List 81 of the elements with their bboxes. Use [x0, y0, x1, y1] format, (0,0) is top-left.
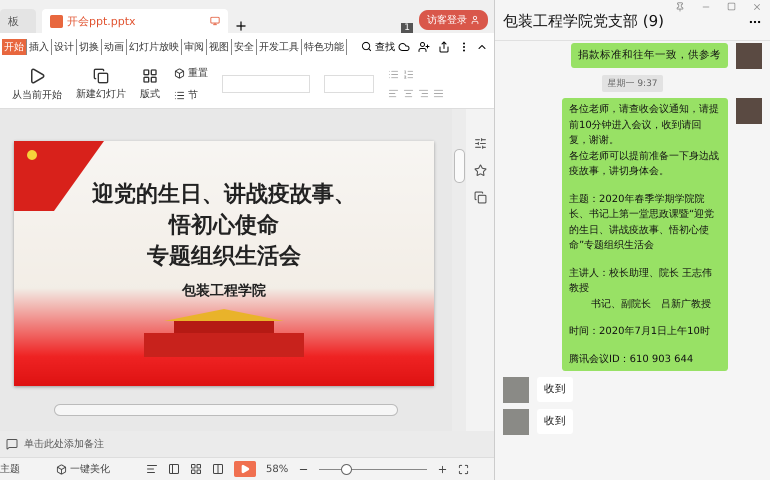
message-text: 主题：2020年春季学期学院院长、书记上第一堂思政课暨“迎党的生日、讲战疫故事、悟初心使命”专题组织生活会	[569, 192, 716, 253]
presentation-icon	[50, 14, 63, 28]
menu-tab[interactable]: 安全	[232, 38, 257, 54]
slide-subtitle: 包装工程学院	[182, 282, 266, 300]
zoom-level[interactable]: 58%	[266, 464, 288, 474]
message-bubble: 收到	[537, 377, 573, 402]
menu-tab[interactable]: 插入	[27, 38, 52, 54]
avatar-photo-placeholder	[503, 409, 529, 435]
layout-button[interactable]: 版式	[140, 68, 160, 100]
share-user-icon[interactable]	[418, 40, 430, 52]
message-bubble: 收到	[537, 409, 573, 434]
play-icon	[240, 464, 250, 474]
slide[interactable]: 迎党的生日、讲战疫故事、 悟初心使命 专题组织生活会 包装工程学院	[14, 141, 434, 386]
share-icon[interactable]	[438, 40, 450, 52]
horizontal-scrollbar[interactable]	[54, 404, 398, 416]
play-from-current-button[interactable]: 从当前开始	[12, 66, 62, 102]
menu-tab[interactable]: 幻灯片放映	[127, 38, 182, 54]
theme-label[interactable]: 主题	[0, 462, 20, 476]
tab-label: 板	[8, 14, 20, 28]
new-tab-icon[interactable]	[234, 19, 248, 33]
font-size-field[interactable]	[324, 75, 374, 93]
message-text: 各位老师，请查收会议通知，请提前10分钟进入会议，收到请回复，谢谢。	[569, 102, 720, 148]
play-icon	[28, 66, 46, 84]
cube-icon	[174, 68, 185, 78]
list-icon	[174, 90, 185, 100]
reading-view-icon[interactable]	[212, 463, 224, 475]
menu-tab[interactable]: 开发工具	[257, 38, 302, 54]
copy-icon[interactable]	[474, 191, 486, 204]
maximize-icon[interactable]	[727, 2, 736, 11]
slide-title: 迎党的生日、讲战疫故事、	[92, 180, 356, 209]
avatar-photo-placeholder	[736, 98, 762, 124]
message-text: 书记、副院长 吕新广教授	[590, 298, 712, 312]
zoom-in-icon[interactable]	[437, 464, 448, 474]
note-icon	[6, 438, 18, 450]
zoom-slider-thumb[interactable]	[341, 464, 352, 474]
menu-tab[interactable]: 设计	[52, 38, 77, 54]
reset-button[interactable]: 重置	[174, 66, 208, 80]
message-bubble: 捐款标准和往年一致，供参考	[571, 43, 728, 68]
window-count[interactable]: 1	[401, 23, 413, 33]
section-button[interactable]: 节	[174, 88, 208, 102]
message-text: 腾讯会议ID：610 903 644	[569, 352, 694, 366]
menu-tab[interactable]: 审阅	[182, 38, 207, 54]
notes-placeholder[interactable]: 单击此处添加备注	[24, 437, 104, 451]
user-icon	[470, 15, 480, 25]
pin-icon[interactable]	[675, 2, 685, 12]
grid-view-icon[interactable]	[190, 463, 202, 475]
tab-label: 开会ppt.pptx	[67, 14, 137, 28]
menu-tab[interactable]: 特色功能	[302, 38, 347, 54]
slide-title: 专题组织生活会	[147, 242, 301, 271]
document-tab[interactable]: 板	[0, 9, 36, 33]
avatar-photo-placeholder	[503, 377, 529, 403]
chat-title: 包装工程学院党支部 (9)	[503, 12, 664, 31]
cloud-icon[interactable]	[398, 40, 410, 52]
avatar-photo-placeholder	[736, 43, 762, 69]
message-text: 时间：2020年7月1日上午10时	[569, 324, 711, 339]
font-field[interactable]	[222, 75, 310, 93]
search-icon	[361, 41, 372, 52]
cube-icon	[56, 464, 67, 474]
document-tab[interactable]: 开会ppt.pptx	[42, 9, 228, 33]
login-button[interactable]: 访客登录	[419, 10, 488, 30]
vertical-scrollbar[interactable]	[454, 149, 464, 183]
normal-view-icon[interactable]	[168, 463, 180, 475]
menu-tab[interactable]: 切换	[77, 38, 102, 54]
beautify-button[interactable]: 一键美化	[56, 462, 110, 476]
new-slide-icon	[93, 68, 109, 84]
fit-icon[interactable]	[458, 464, 470, 474]
star-icon[interactable]	[474, 164, 486, 177]
message-text: 各位老师可以提前准备一下身边战疫故事，讲切身体会。	[569, 150, 720, 179]
slide-title: 悟初心使命	[169, 211, 279, 240]
notes-toggle-icon[interactable]	[146, 463, 158, 475]
search-button[interactable]: 查找	[361, 40, 395, 54]
layout-icon	[142, 68, 158, 84]
menu-tab[interactable]: 动画	[102, 38, 127, 54]
settings-icon[interactable]	[474, 137, 486, 150]
new-slide-button[interactable]: 新建幻灯片	[76, 68, 126, 100]
message-text: 主讲人：校长助理、院长 王志伟教授	[569, 266, 714, 296]
play-button[interactable]	[234, 461, 256, 477]
menu-tab[interactable]: 视图	[207, 38, 232, 54]
timestamp: 星期一 9:37	[602, 75, 663, 92]
close-icon[interactable]	[752, 2, 762, 12]
monitor-icon[interactable]	[210, 16, 220, 26]
